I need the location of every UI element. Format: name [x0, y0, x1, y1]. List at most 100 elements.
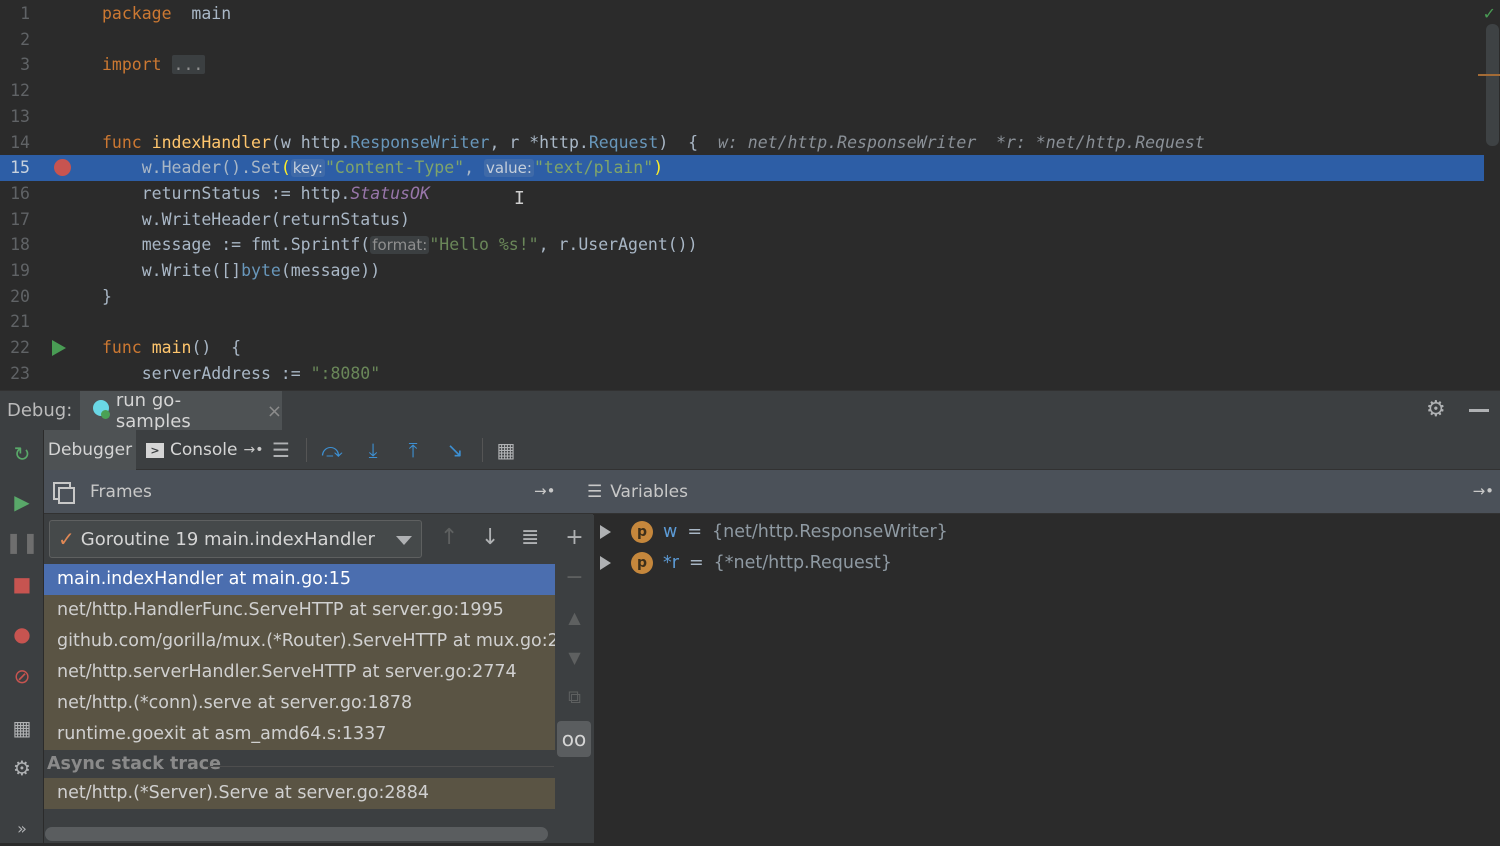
- run-config-tab[interactable]: run go-samples ×: [80, 390, 282, 432]
- tab-debugger[interactable]: Debugger: [44, 430, 136, 470]
- code-token: "text/plain": [533, 158, 654, 178]
- variable-value: {*net/http.Request}: [713, 553, 892, 573]
- frame-item[interactable]: net/http.(*conn).serve at server.go:1878: [44, 688, 555, 719]
- code-text[interactable]: func main() {: [102, 335, 241, 361]
- code-editor[interactable]: 1 package main 2 3 import ... 12 13 14 func inde…: [0, 0, 1500, 390]
- move-down-icon[interactable]: ▼: [555, 639, 594, 675]
- rerun-icon[interactable]: ↻: [0, 436, 44, 472]
- line-number[interactable]: 16: [0, 181, 30, 207]
- code-line[interactable]: 2: [0, 27, 1484, 53]
- layout-icon[interactable]: ▦: [0, 710, 44, 746]
- variable-row[interactable]: p *r = {*net/http.Request}: [600, 548, 892, 578]
- pause-icon[interactable]: ❚❚: [0, 524, 44, 560]
- code-line-current[interactable]: 15 w.Header().Set(key: "Content-Type", va…: [0, 155, 1484, 181]
- show-execution-point-icon[interactable]: ☰: [267, 436, 295, 464]
- code-text[interactable]: w.WriteHeader(returnStatus): [102, 207, 410, 233]
- code-token: byte: [241, 261, 281, 280]
- code-text[interactable]: func indexHandler(w http.ResponseWriter,…: [102, 130, 1205, 156]
- goroutine-select[interactable]: ✓ Goroutine 19 main.indexHandler: [49, 520, 422, 558]
- line-number[interactable]: 22: [0, 335, 30, 361]
- tab-console[interactable]: > Console →•: [146, 430, 264, 470]
- editor-scrollbar-thumb[interactable]: [1486, 24, 1499, 146]
- frames-horizontal-scrollbar[interactable]: [45, 827, 548, 841]
- code-line[interactable]: 19 w.Write([]byte(message)): [0, 258, 1484, 284]
- more-icon[interactable]: »: [0, 810, 44, 846]
- line-number[interactable]: 15: [0, 155, 30, 181]
- code-line[interactable]: 16 returnStatus := http.StatusOK: [0, 181, 1484, 207]
- line-number[interactable]: 17: [0, 207, 30, 233]
- frame-item[interactable]: net/http.(*Server).Serve at server.go:28…: [44, 778, 555, 809]
- stop-icon[interactable]: ■: [0, 566, 44, 602]
- frame-item[interactable]: net/http.serverHandler.ServeHTTP at serv…: [44, 657, 555, 688]
- code-text[interactable]: w.Write([]byte(message)): [102, 258, 380, 284]
- minimize-icon[interactable]: [1469, 409, 1489, 412]
- pin-icon[interactable]: →•: [244, 442, 264, 458]
- editor-scrollbar[interactable]: [1484, 0, 1500, 390]
- line-number[interactable]: 20: [0, 284, 30, 310]
- expand-icon[interactable]: [600, 525, 611, 539]
- code-line[interactable]: 12: [0, 78, 1484, 104]
- copy-icon[interactable]: ⧉: [555, 679, 594, 715]
- mute-breakpoints-icon[interactable]: ⊘: [0, 658, 44, 694]
- code-line[interactable]: 23 serverAddress := ":8080": [0, 361, 1484, 387]
- line-number[interactable]: 2: [0, 27, 30, 53]
- code-line[interactable]: 1 package main: [0, 1, 1484, 27]
- frame-item[interactable]: net/http.HandlerFunc.ServeHTTP at server…: [44, 595, 555, 626]
- step-into-icon[interactable]: ⤓: [359, 436, 387, 464]
- view-breakpoints-icon[interactable]: ●: [0, 616, 44, 652]
- code-text[interactable]: serverAddress := ":8080": [102, 361, 380, 387]
- frame-item[interactable]: github.com/gorilla/mux.(*Router).ServeHT…: [44, 626, 555, 657]
- remove-watch-icon[interactable]: −: [555, 559, 594, 595]
- line-number[interactable]: 13: [0, 104, 30, 130]
- code-line[interactable]: 17 w.WriteHeader(returnStatus): [0, 207, 1484, 233]
- pin-icon[interactable]: →•: [1473, 482, 1494, 500]
- code-line[interactable]: 20}: [0, 284, 1484, 310]
- code-text[interactable]: }: [102, 284, 112, 310]
- run-gutter-icon[interactable]: [52, 340, 66, 357]
- code-token: serverAddress :=: [102, 363, 311, 383]
- line-number[interactable]: 23: [0, 361, 30, 387]
- add-watch-icon[interactable]: +: [555, 519, 594, 555]
- code-text[interactable]: package main: [102, 1, 231, 27]
- line-number[interactable]: 12: [0, 78, 30, 104]
- code-text[interactable]: import ...: [102, 52, 206, 78]
- code-text[interactable]: w.Header().Set(key: "Content-Type", value…: [102, 155, 663, 182]
- move-up-icon[interactable]: ▲: [555, 599, 594, 635]
- line-number[interactable]: 14: [0, 130, 30, 156]
- frame-menu-icon[interactable]: ≣: [521, 525, 539, 550]
- pin-icon[interactable]: →•: [534, 482, 555, 500]
- inspection-ok-icon[interactable]: ✓: [1483, 4, 1496, 23]
- step-over-icon[interactable]: ⤼: [318, 436, 346, 464]
- console-icon: >: [146, 442, 164, 458]
- step-out-icon[interactable]: ⤒: [399, 436, 427, 464]
- close-icon[interactable]: ×: [267, 401, 282, 422]
- breakpoint-icon[interactable]: [54, 159, 71, 177]
- code-line[interactable]: 14 func indexHandler(w http.ResponseWrite…: [0, 130, 1484, 156]
- line-number[interactable]: 19: [0, 258, 30, 284]
- show-watches-icon[interactable]: oo: [557, 721, 591, 757]
- code-text[interactable]: message := fmt.Sprintf(format: "Hello %s!…: [102, 232, 698, 259]
- frame-item[interactable]: main.indexHandler at main.go:15: [44, 564, 555, 595]
- variable-row[interactable]: p w = {net/http.ResponseWriter}: [600, 517, 948, 547]
- line-number[interactable]: 18: [0, 232, 30, 258]
- previous-frame-icon[interactable]: ↑: [440, 525, 458, 550]
- code-line[interactable]: 21: [0, 309, 1484, 335]
- resume-icon[interactable]: ▶: [0, 484, 44, 520]
- run-to-cursor-icon[interactable]: ↘: [441, 436, 469, 464]
- frame-item[interactable]: runtime.goexit at asm_amd64.s:1337: [44, 719, 555, 750]
- scrollbar-marker[interactable]: [1478, 74, 1500, 76]
- code-line[interactable]: 3 import ...: [0, 52, 1484, 78]
- line-number[interactable]: 21: [0, 309, 30, 335]
- line-number[interactable]: 3: [0, 52, 30, 78]
- code-line[interactable]: 22 func main() {: [0, 335, 1484, 361]
- line-number[interactable]: 1: [0, 1, 30, 27]
- code-token: indexHandler: [151, 132, 271, 152]
- next-frame-icon[interactable]: ↓: [481, 525, 499, 550]
- code-line[interactable]: 13: [0, 104, 1484, 130]
- code-text[interactable]: returnStatus := http.StatusOK: [102, 181, 430, 207]
- gear-icon[interactable]: ⚙: [1426, 397, 1446, 422]
- settings-icon[interactable]: ⚙: [0, 750, 44, 786]
- code-line[interactable]: 18 message := fmt.Sprintf(format: "Hello …: [0, 232, 1484, 258]
- expand-icon[interactable]: [600, 556, 611, 570]
- evaluate-expression-icon[interactable]: ▦: [492, 436, 520, 464]
